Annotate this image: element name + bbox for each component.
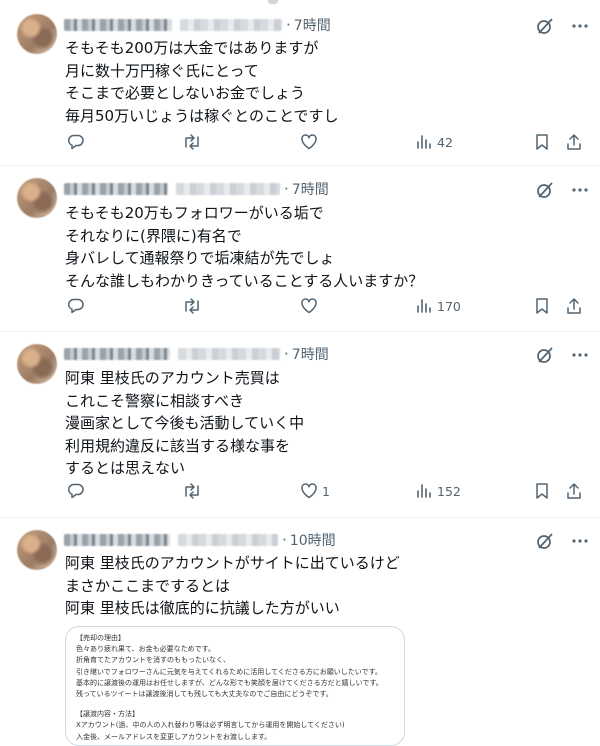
display-name-blurred[interactable] <box>64 183 168 195</box>
separator-dot: · <box>282 531 287 549</box>
card-line: 入金後、メールアドレスを変更しアカウントをお渡しします。 <box>76 732 272 741</box>
views-button[interactable]: 152 <box>415 482 461 500</box>
separator-dot: · <box>284 345 289 363</box>
retweet-button[interactable] <box>182 297 202 315</box>
grok-icon[interactable] <box>536 181 554 199</box>
like-icon <box>300 297 318 315</box>
share-button[interactable] <box>565 133 583 151</box>
bookmark-button[interactable] <box>534 297 550 315</box>
display-name-blurred[interactable] <box>64 534 170 546</box>
separator-dot: · <box>286 16 291 34</box>
avatar[interactable] <box>17 344 57 384</box>
avatar[interactable] <box>17 178 57 218</box>
tweet-text: そもそも200万は大金ではありますが 月に数十万円稼ぐ氏にとって そこまで必要と… <box>65 39 339 125</box>
reply-icon <box>67 133 85 151</box>
share-icon <box>565 297 583 315</box>
retweet-icon <box>182 482 202 500</box>
retweet-button[interactable] <box>182 133 202 151</box>
bookmark-button[interactable] <box>534 482 550 500</box>
like-icon <box>300 482 318 500</box>
tweet[interactable]: · 7時間 そもそも20万もフォロワーがいる垢で それなりに(界隈に)有名で 身… <box>0 166 600 332</box>
views-count: 42 <box>437 134 453 150</box>
handle-blurred[interactable] <box>176 183 280 195</box>
tweet-header: · 10時間 <box>64 530 336 550</box>
retweet-icon <box>182 297 202 315</box>
card-gap <box>76 700 394 709</box>
avatar[interactable] <box>17 530 57 570</box>
tweet-corner-actions <box>536 346 588 364</box>
tweet-text: 阿東 里枝氏のアカウント売買は これこそ警察に相談すべき 漫画家として今後も活動… <box>65 369 305 477</box>
more-icon[interactable] <box>572 352 588 358</box>
more-icon[interactable] <box>572 187 588 193</box>
tweet-header: · 7時間 <box>64 15 331 35</box>
tweet-corner-actions <box>536 17 588 35</box>
like-button[interactable] <box>300 297 322 315</box>
tweet-text: 阿東 里枝氏のアカウントがサイトに出ているけど まさかここまでするとは 阿東 里… <box>65 554 400 617</box>
like-button[interactable]: 1 <box>300 482 330 500</box>
like-icon <box>300 133 318 151</box>
card-line: Xアカウント(過、中の人の入れ替わり等は必ず明言してから運用を開始してください) <box>76 721 345 730</box>
display-name-blurred[interactable] <box>64 348 170 360</box>
card-line: 折角育てたアカウントを消すのももったいなく、 <box>76 656 230 665</box>
more-icon[interactable] <box>572 538 588 544</box>
retweet-button[interactable] <box>182 482 202 500</box>
tweet-header: · 7時間 <box>64 179 329 199</box>
attached-image-content: 【売却の理由】 色々あり疲れ果て、お金も必要なためです。 折角育てたアカウントを… <box>66 627 404 743</box>
views-icon <box>415 482 433 500</box>
retweet-icon <box>182 133 202 151</box>
grok-icon[interactable] <box>536 532 554 550</box>
card-line: 引き継いでフォロワーさんに元気を与えてくれるために活用してくださる方にお願いした… <box>76 667 382 676</box>
share-icon <box>565 482 583 500</box>
tweet-actions: 42 <box>58 133 598 157</box>
reply-icon <box>67 482 85 500</box>
share-button[interactable] <box>565 482 583 500</box>
bookmark-button[interactable] <box>534 133 550 151</box>
handle-blurred[interactable] <box>180 19 282 31</box>
handle-blurred[interactable] <box>178 534 278 546</box>
tweet-time[interactable]: 7時間 <box>292 179 329 199</box>
card-line: 【売却の理由】 <box>76 634 125 642</box>
tweet-header: · 7時間 <box>64 344 329 364</box>
bookmark-icon <box>534 133 550 151</box>
views-icon <box>415 297 433 315</box>
display-name-blurred[interactable] <box>64 19 172 31</box>
grok-icon[interactable] <box>536 346 554 364</box>
reply-button[interactable] <box>67 133 85 151</box>
reply-button[interactable] <box>67 482 85 500</box>
card-line: 色々あり疲れ果て、お金も必要なためです。 <box>76 645 215 654</box>
reply-button[interactable] <box>67 297 85 315</box>
tweet-text: そもそも20万もフォロワーがいる垢で それなりに(界隈に)有名で 身バレして通報… <box>65 204 424 290</box>
tweet-time[interactable]: 7時間 <box>294 15 331 35</box>
views-icon <box>415 133 433 151</box>
avatar[interactable] <box>17 14 57 54</box>
views-button[interactable]: 170 <box>415 297 461 315</box>
tweet-corner-actions <box>536 532 588 550</box>
tweet[interactable]: · 7時間 阿東 里枝氏のアカウント売買は これこそ警察に相談すべき 漫画家とし… <box>0 332 600 518</box>
separator-dot: · <box>284 180 289 198</box>
views-count: 170 <box>437 298 461 314</box>
card-line: 【譲渡内容・方法】 <box>76 710 139 719</box>
like-button[interactable] <box>300 133 322 151</box>
tweet-actions: 170 <box>58 297 598 321</box>
tweet-time[interactable]: 7時間 <box>292 344 329 364</box>
bookmark-icon <box>534 482 550 500</box>
tweet-time[interactable]: 10時間 <box>290 530 336 550</box>
tweet[interactable]: · 7時間 そもそも200万は大金ではありますが 月に数十万円稼ぐ氏にとって そ… <box>0 0 600 166</box>
more-icon[interactable] <box>572 23 588 29</box>
views-button[interactable]: 42 <box>415 133 453 151</box>
reply-icon <box>67 297 85 315</box>
views-count: 152 <box>437 483 461 499</box>
card-line: 基本的に譲渡後の運用はお任せしますが、どんな形でも笑顔を届けてくださる方だと嬉し… <box>76 678 383 687</box>
attached-image[interactable]: 【売却の理由】 色々あり疲れ果て、お金も必要なためです。 折角育てたアカウントを… <box>65 626 405 746</box>
share-button[interactable] <box>565 297 583 315</box>
tweet-actions: 1 152 <box>58 482 598 506</box>
grok-icon[interactable] <box>536 17 554 35</box>
like-count: 1 <box>322 483 330 499</box>
handle-blurred[interactable] <box>178 348 280 360</box>
share-icon <box>565 133 583 151</box>
card-line: 残っているツイートは譲渡後消しても残しても大丈夫なのでご自由にどうぞです。 <box>76 690 333 699</box>
bookmark-icon <box>534 297 550 315</box>
tweet-corner-actions <box>536 181 588 199</box>
